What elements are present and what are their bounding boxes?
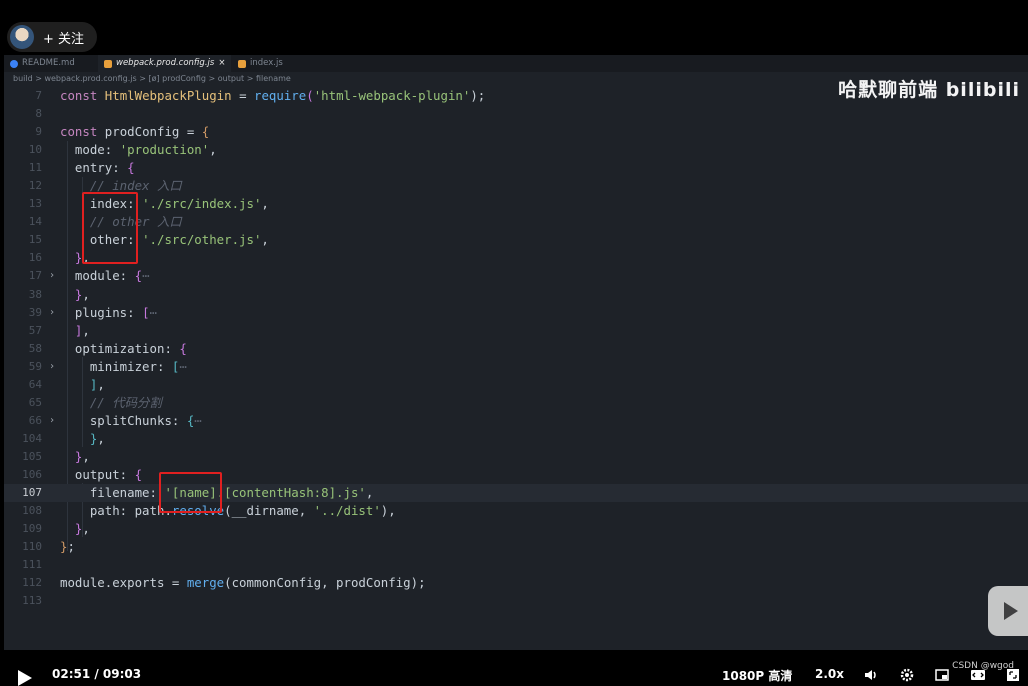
tab-index-js[interactable]: index.js (238, 55, 283, 72)
code-line: 65 // 代码分割 (28, 394, 162, 410)
code-line: 8 (35, 107, 42, 121)
code-line: 106 output: { (22, 466, 143, 482)
close-icon[interactable]: × (218, 55, 225, 72)
code-line: 59 › minimizer: [⋯ (4, 358, 1028, 376)
tab-readme[interactable]: README.md (10, 55, 75, 72)
code-line: 16 }, (28, 250, 90, 266)
tab-label: README.md (22, 58, 75, 68)
follow-chip[interactable]: + 关注 (7, 22, 97, 52)
code-line: 12 // index 入口 (28, 178, 182, 194)
follow-button[interactable]: + 关注 (43, 28, 84, 47)
code-line: 110}; (22, 539, 75, 555)
fold-chevron-icon[interactable]: › (49, 304, 55, 322)
highlight-box-entry (82, 192, 138, 264)
code-editor-frame: + 关注 README.md webpack.prod.config.js × … (4, 5, 1028, 650)
tab-label: webpack.prod.config.js (116, 58, 215, 68)
play-icon[interactable] (18, 670, 32, 686)
code-line: 66 › splitChunks: {⋯ (4, 412, 1028, 430)
code-line: 9 const prodConfig = { (35, 124, 210, 140)
speed-button[interactable]: 2.0x (815, 667, 844, 681)
code-line: 113 (22, 594, 42, 608)
code-line: 108 path: path.resolve(__dirname, '../di… (22, 503, 396, 519)
gear-icon[interactable] (900, 667, 914, 682)
top-bar: + 关注 (4, 5, 1028, 55)
highlight-box-name (159, 472, 222, 513)
code-line: 112 module.exports = merge(commonConfig, … (22, 575, 426, 591)
fold-chevron-icon[interactable]: › (49, 412, 55, 430)
editor-tabs: README.md webpack.prod.config.js × index… (4, 55, 1028, 72)
code-line: 11 entry: { (28, 160, 135, 176)
code-line: 64 ], (28, 376, 105, 392)
csdn-credit: CSDN @wgod (952, 661, 1014, 671)
tab-label: index.js (250, 58, 283, 68)
code-line: 14 // other 入口 (28, 214, 182, 230)
code-line: 109 }, (22, 521, 90, 537)
code-line: 15 other: './src/other.js', (28, 232, 269, 248)
avatar[interactable] (10, 25, 34, 49)
code-line: 38 }, (28, 286, 90, 302)
code-line: 7 const HtmlWebpackPlugin = require('html… (35, 88, 486, 103)
mini-player-button[interactable] (988, 586, 1028, 636)
code-line: 104 }, (22, 430, 105, 446)
fold-chevron-icon[interactable]: › (49, 358, 55, 376)
code-line: 10 mode: 'production', (28, 142, 217, 158)
picture-in-picture-icon[interactable] (935, 667, 949, 681)
code-line: 17 › module: {⋯ (4, 267, 1028, 285)
code-line: 111 (22, 558, 42, 572)
code-line: 105 }, (22, 448, 90, 464)
code-line: 58 optimization: { (28, 340, 187, 356)
video-player[interactable]: + 关注 README.md webpack.prod.config.js × … (0, 0, 1028, 686)
js-file-icon (238, 59, 246, 68)
info-icon (10, 59, 18, 68)
code-line: 39 › plugins: [⋯ (4, 304, 1028, 322)
time-display: 02:51 / 09:03 (52, 667, 142, 681)
code-line: 57 ], (28, 322, 90, 338)
fold-chevron-icon[interactable]: › (49, 267, 55, 285)
code-line: 13 index: './src/index.js', (28, 196, 269, 212)
webpack-file-icon (104, 59, 112, 68)
quality-button[interactable]: 1080P 高清 (722, 667, 792, 684)
code-area[interactable]: 7 const HtmlWebpackPlugin = require('html… (4, 87, 1028, 610)
code-line-current[interactable]: 107 filename: '[name].[contentHash:8].js… (4, 484, 1028, 503)
tab-webpack-prod-config[interactable]: webpack.prod.config.js × (98, 55, 232, 72)
volume-icon[interactable] (864, 667, 878, 681)
